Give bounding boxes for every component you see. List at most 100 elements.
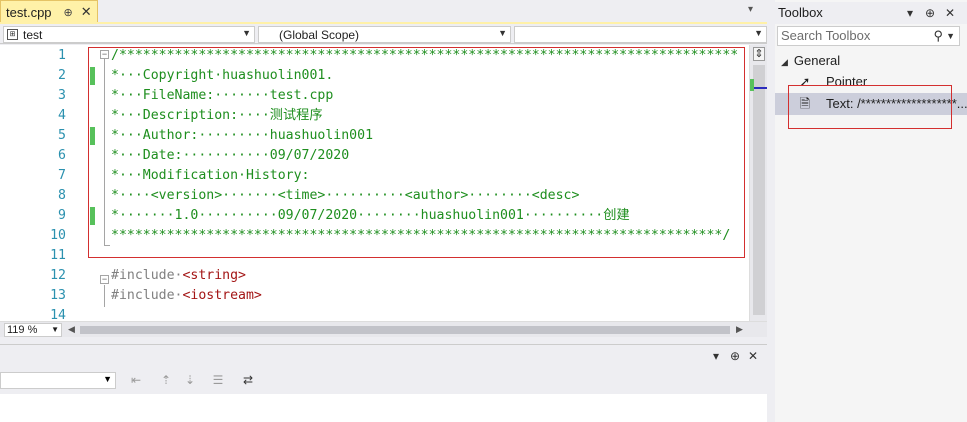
chevron-down-icon: ▼ (103, 374, 112, 384)
scroll-left-icon[interactable]: ◀ (68, 324, 75, 335)
vertical-scrollbar[interactable]: ⇕ (749, 45, 768, 321)
tab-overflow-dropdown-icon[interactable]: ▾ (748, 4, 753, 15)
preprocessor-keyword: #include· (111, 268, 183, 283)
change-bar (90, 67, 95, 85)
project-icon: ⊞ (7, 29, 18, 40)
horizontal-scrollbar-thumb[interactable] (80, 326, 730, 334)
horizontal-scrollbar-row: 119 % ▼ ◀ ▶ (0, 321, 767, 337)
code-text: *···Description:····测试程序 (111, 108, 323, 123)
code-text: #include·<string> (111, 266, 246, 286)
line-number: 12 (50, 268, 66, 283)
chevron-down-icon: ▼ (498, 28, 507, 38)
code-line[interactable]: 6 *···Date:···········09/07/2020 (0, 146, 749, 166)
code-text: ****************************************… (111, 228, 731, 243)
scope-combo[interactable]: (Global Scope) ▼ (258, 26, 511, 43)
code-line[interactable]: 1 /**************************************… (0, 46, 749, 66)
code-text: *···Date:···········09/07/2020 (111, 148, 350, 163)
change-bar (90, 127, 95, 145)
bottom-panel-body (0, 394, 767, 422)
code-editor[interactable]: − − 1/**********************************… (0, 45, 749, 321)
project-combo[interactable]: ⊞ test ▼ (3, 26, 255, 43)
line-number: 9 (58, 208, 66, 223)
line-number: 4 (58, 108, 66, 123)
chevron-down-icon: ▼ (242, 28, 251, 38)
change-marker (750, 79, 754, 91)
toolbox-group-label: General (793, 53, 841, 68)
search-icon[interactable]: ⚲ (933, 27, 943, 45)
code-line[interactable]: 4 *···Description:····测试程序 (0, 106, 749, 126)
line-number: 8 (58, 188, 66, 203)
previous-message-icon[interactable]: ⇡ (158, 372, 174, 388)
output-source-combo[interactable]: ▼ (0, 372, 116, 389)
go-to-location-icon[interactable]: ⇤ (128, 372, 144, 388)
code-line[interactable]: 12 #include·<string> (0, 266, 749, 286)
code-line[interactable]: 11 (0, 246, 749, 266)
code-line[interactable]: 7 *···Modification·History: (0, 166, 749, 186)
toolbox-item-pointer[interactable]: ➚ Pointer (775, 71, 967, 93)
window-position-dropdown-icon[interactable]: ▾ (713, 349, 719, 363)
zoom-value: 119 % (7, 324, 38, 336)
clear-all-icon[interactable]: ☰ (210, 372, 226, 388)
navigation-bar: ⊞ test ▼ (Global Scope) ▼ ▼ (0, 24, 767, 44)
code-line[interactable]: 14 (0, 306, 749, 321)
close-panel-icon[interactable]: ✕ (748, 349, 758, 363)
toolbox-search-placeholder: Search Toolbox (781, 28, 871, 43)
expanded-triangle-icon: ◢ (781, 57, 788, 67)
code-text: *···Copyright·huashuolin001. (111, 68, 334, 83)
toolbox-search-input[interactable]: Search Toolbox ⚲ ▼ (777, 26, 960, 46)
member-combo[interactable]: ▼ (514, 26, 767, 43)
project-combo-value: test (23, 27, 43, 42)
pin-toolbox-icon[interactable]: ⊕ (925, 2, 935, 24)
word-wrap-icon[interactable]: ⇄ (240, 372, 256, 388)
pointer-icon: ➚ (799, 74, 811, 89)
change-bar (90, 207, 95, 225)
line-number: 3 (58, 88, 66, 103)
next-message-icon[interactable]: ⇣ (182, 372, 198, 388)
bottom-panel-toolbar: ▼ ⇤ ⇡ ⇣ ☰ ⇄ (0, 368, 767, 394)
zoom-combo[interactable]: 119 % ▼ (4, 323, 62, 337)
tab-label: test.cpp (6, 4, 52, 20)
code-line[interactable]: 10 **************************************… (0, 226, 749, 246)
line-number: 1 (58, 48, 66, 63)
toolbox-item-label: Text: /*******************... (826, 96, 967, 111)
pin-tab-icon[interactable]: ⊕ (64, 6, 73, 19)
toolbox-title: Toolbox (778, 5, 823, 20)
chevron-down-icon: ▼ (51, 325, 59, 334)
code-line[interactable]: 3 *···FileName:·······test.cpp (0, 86, 749, 106)
toolbox-item-label: Pointer (826, 74, 868, 89)
tab-test-cpp[interactable]: test.cpp ⊕ ✕ (0, 0, 98, 24)
code-line[interactable]: 2 *···Copyright·huashuolin001. (0, 66, 749, 86)
line-number: 2 (58, 68, 66, 83)
scroll-right-icon[interactable]: ▶ (736, 324, 743, 335)
toolbox-item-text-snippet[interactable]: 🗎 Text: /*******************... (775, 93, 967, 115)
close-tab-icon[interactable]: ✕ (81, 4, 92, 20)
line-number: 7 (58, 168, 66, 183)
split-window-icon[interactable]: ⇕ (753, 47, 765, 61)
toolbox-group-general[interactable]: ◢ General (781, 52, 840, 70)
scrollbar-thumb[interactable] (753, 65, 765, 315)
code-line[interactable]: 9 *·······1.0··········09/07/2020········… (0, 206, 749, 226)
window-position-dropdown-icon[interactable]: ▾ (907, 2, 913, 24)
line-number: 14 (50, 308, 66, 321)
chevron-down-icon[interactable]: ▼ (946, 27, 955, 45)
pin-panel-icon[interactable]: ⊕ (730, 349, 740, 363)
scope-combo-value: (Global Scope) (279, 27, 360, 42)
code-text: *···Modification·History: (111, 168, 310, 183)
caret-position-marker (754, 87, 768, 89)
include-path: <string> (182, 268, 246, 283)
code-text: *···FileName:·······test.cpp (111, 88, 334, 103)
include-path: <iostream> (182, 288, 262, 303)
line-number: 6 (58, 148, 66, 163)
code-line[interactable]: 8 *····<version>·······<time>··········<a… (0, 186, 749, 206)
code-line[interactable]: 5 *···Author:·········huashuolin001 (0, 126, 749, 146)
line-number: 10 (50, 228, 66, 243)
chevron-down-icon: ▼ (754, 28, 763, 38)
bottom-panel-header: ▾ ⊕ ✕ (0, 344, 767, 368)
toolbox-panel: Toolbox ▾ ⊕ ✕ Search Toolbox ⚲ ▼ ◢ Genera… (775, 0, 967, 422)
close-toolbox-icon[interactable]: ✕ (945, 2, 955, 24)
panel-divider[interactable] (767, 0, 775, 422)
code-text: *···Author:·········huashuolin001 (111, 128, 374, 143)
code-line[interactable]: 13 #include·<iostream> (0, 286, 749, 306)
text-document-icon: 🗎 (799, 96, 811, 111)
code-text: *·······1.0··········09/07/2020········h… (111, 208, 630, 223)
